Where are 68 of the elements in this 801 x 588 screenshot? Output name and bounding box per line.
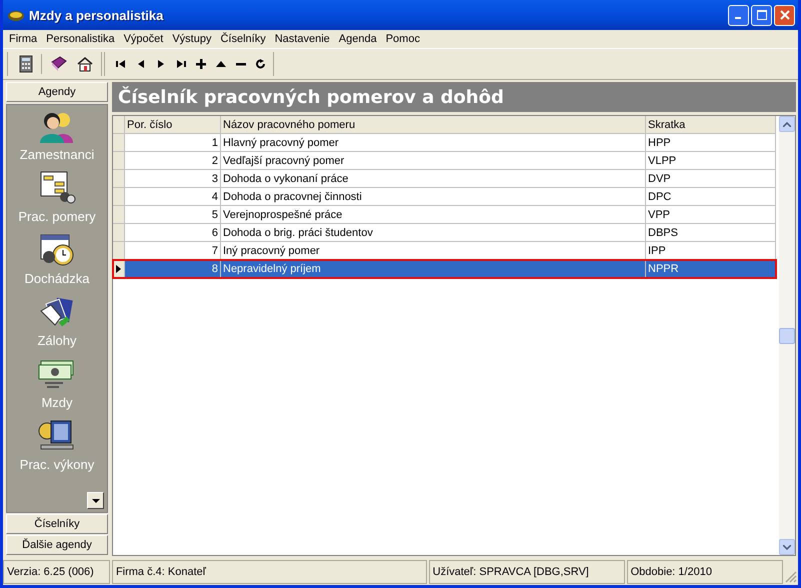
table-cell: NPPR xyxy=(646,260,776,278)
app-icon xyxy=(7,8,25,22)
close-icon[interactable] xyxy=(780,10,790,20)
table-cell: 8 xyxy=(125,260,221,278)
scroll-up-icon[interactable] xyxy=(779,116,795,132)
table-cell: IPP xyxy=(646,242,776,260)
status-text: Verzia: 6.25 (006) xyxy=(3,560,110,584)
menu-item[interactable]: Pomoc xyxy=(382,33,426,45)
scroll-down-button[interactable] xyxy=(87,492,104,509)
column-header[interactable]: Skratka xyxy=(646,116,776,134)
table-row[interactable]: 5 Verejnoprospešné práce VPP xyxy=(113,206,776,224)
caret-icon[interactable] xyxy=(92,498,100,502)
current-row-icon xyxy=(116,264,121,274)
table-cell: Dohoda o pracovnej činnosti xyxy=(221,188,646,206)
sidebar-section-button[interactable]: Číselníky xyxy=(6,514,108,534)
table-cell: HPP xyxy=(646,134,776,152)
table-cell: Iný pracovný pomer xyxy=(221,242,646,260)
table-row[interactable]: 3 Dohoda o vykonaní práce DVP xyxy=(113,170,776,188)
table-row[interactable]: 2 Vedľajší pracovný pomer VLPP xyxy=(113,152,776,170)
table-cell: 7 xyxy=(125,242,221,260)
table-cell: VLPP xyxy=(646,152,776,170)
maximize-icon[interactable] xyxy=(756,10,766,20)
table-cell: 3 xyxy=(125,170,221,188)
menu-item[interactable]: Agenda xyxy=(336,33,383,45)
column-header[interactable]: Názov pracovného pomeru xyxy=(221,116,646,134)
table-cell: 6 xyxy=(125,224,221,242)
table-cell: 1 xyxy=(125,134,221,152)
table-row[interactable]: 7 Iný pracovný pomer IPP xyxy=(113,242,776,260)
table-row[interactable]: 4 Dohoda o pracovnej činnosti DPC xyxy=(113,188,776,206)
table-cell: Hlavný pracovný pomer xyxy=(221,134,646,152)
resize-grip[interactable] xyxy=(785,571,797,583)
table-cell: Vedľajší pracovný pomer xyxy=(221,152,646,170)
status-text: Užívateľ: SPRAVCA [DBG,SRV] xyxy=(428,560,625,584)
close-button[interactable] xyxy=(774,4,795,26)
menu-item[interactable]: Nastavenie xyxy=(272,33,336,45)
status-text: Obdobie: 1/2010 xyxy=(626,560,783,584)
row-header xyxy=(113,116,125,134)
table-cell: Dohoda o brig. práci študentov xyxy=(221,224,646,242)
table-cell: 2 xyxy=(125,152,221,170)
page-heading: Číselník pracovných pomerov a dohôd xyxy=(112,82,796,112)
menu-item[interactable]: Firma xyxy=(6,33,44,45)
table-cell: Verejnoprospešné práce xyxy=(221,206,646,224)
menu-item[interactable]: Výstupy xyxy=(169,33,218,45)
table-row[interactable]: 6 Dohoda o brig. práci študentov DBPS xyxy=(113,224,776,242)
menu-item[interactable]: Číselníky xyxy=(217,33,272,45)
minimize-button[interactable] xyxy=(728,4,749,26)
scroll-down-icon[interactable] xyxy=(779,539,795,555)
table-cell: DBPS xyxy=(646,224,776,242)
window-title: Mzdy a personalistika xyxy=(29,8,164,22)
table-cell: 5 xyxy=(125,206,221,224)
maximize-button[interactable] xyxy=(751,4,772,26)
table-cell: DPC xyxy=(646,188,776,206)
menu-item[interactable]: Výpočet xyxy=(120,33,170,45)
table-row[interactable]: 1 Hlavný pracovný pomer HPP xyxy=(113,134,776,152)
status-text: Firma č.4: Konateľ xyxy=(112,560,427,584)
table-row[interactable]: 8 Nepravidelný príjem NPPR xyxy=(113,260,776,278)
table-cell: Dohoda o vykonaní práce xyxy=(221,170,646,188)
add-icon[interactable] xyxy=(193,57,209,71)
menu-item[interactable]: Personalistika xyxy=(43,33,121,45)
sidebar-header-button[interactable]: Agendy xyxy=(6,82,108,102)
table-cell: VPP xyxy=(646,206,776,224)
table-cell: 4 xyxy=(125,188,221,206)
table-cell: Nepravidelný príjem xyxy=(221,260,646,278)
scroll-thumb[interactable] xyxy=(779,328,795,344)
vertical-scrollbar[interactable] xyxy=(779,116,795,555)
sidebar-section-button[interactable]: Ďalšie agendy xyxy=(6,535,108,555)
table-cell: DVP xyxy=(646,170,776,188)
column-header[interactable]: Por. číslo xyxy=(125,116,221,134)
